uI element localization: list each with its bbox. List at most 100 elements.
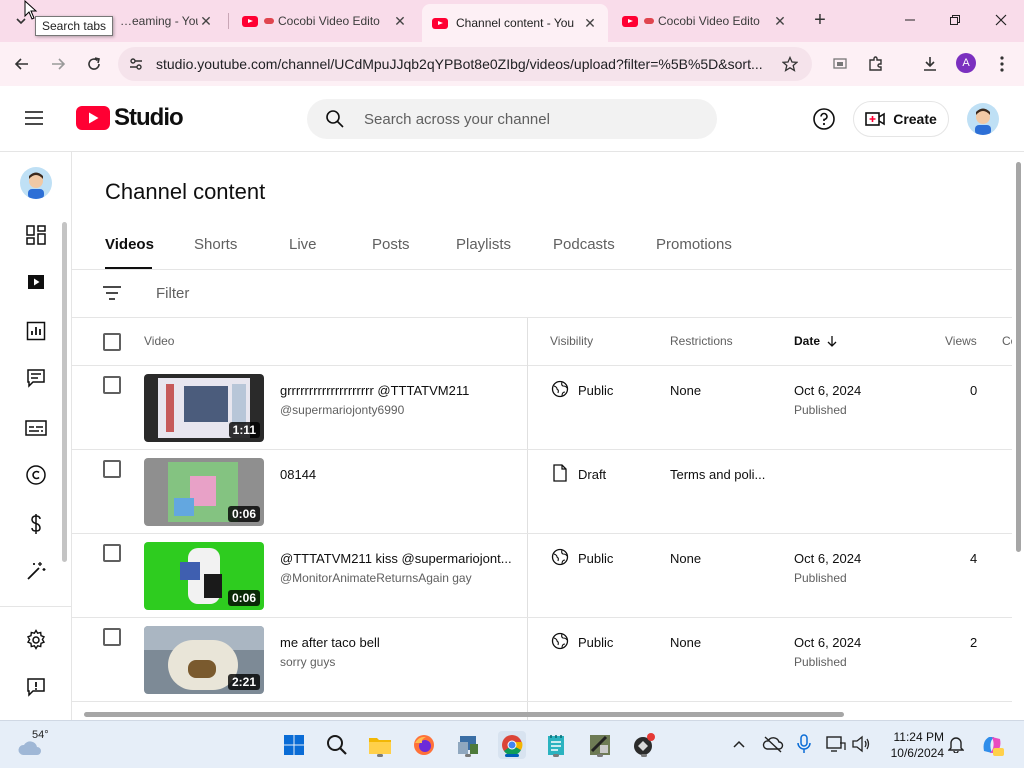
column-header-video[interactable]: Video (144, 334, 174, 348)
notifications-button[interactable] (947, 735, 965, 758)
filter-input[interactable]: Filter (156, 285, 189, 302)
show-hidden-icons-button[interactable] (732, 737, 746, 756)
sidebar-scrollbar[interactable] (62, 222, 67, 562)
sidebar-item-earn[interactable] (22, 510, 50, 538)
sidebar-item-dashboard[interactable] (22, 221, 50, 249)
app-window-icon (458, 736, 478, 754)
start-button[interactable] (280, 731, 308, 759)
minimize-button[interactable] (895, 6, 925, 34)
star-icon (782, 56, 798, 72)
column-header-date[interactable]: Date (794, 334, 838, 348)
forward-button[interactable] (44, 50, 72, 78)
tab-cocobi-2[interactable]: Cocobi Video Edito ✕ (612, 6, 798, 36)
tab-live[interactable]: Live (289, 236, 317, 253)
video-thumbnail[interactable]: 2:21 (144, 626, 264, 694)
close-window-button[interactable] (986, 6, 1016, 34)
recorder-app-button[interactable] (630, 731, 658, 759)
studio-logo[interactable]: Studio (76, 104, 184, 132)
account-avatar[interactable] (967, 103, 999, 135)
tab-promotions[interactable]: Promotions (656, 236, 732, 253)
tab-posts[interactable]: Posts (372, 236, 410, 253)
column-header-visibility[interactable]: Visibility (550, 334, 593, 348)
date-label: Oct 6, 2024 (794, 551, 862, 566)
column-header-comments[interactable]: Co (1002, 334, 1012, 348)
date-status: Published (794, 655, 847, 669)
sidebar-item-comments[interactable] (22, 364, 50, 392)
scrollbar-thumb[interactable] (84, 712, 844, 717)
sidebar-item-analytics[interactable] (22, 317, 50, 345)
video-thumbnail[interactable]: 0:06 (144, 542, 264, 610)
download-button[interactable] (916, 50, 944, 78)
close-icon[interactable]: ✕ (198, 13, 214, 30)
sidebar-item-customization[interactable] (22, 557, 50, 585)
table-row[interactable]: 0:06 @TTTATVM211 kiss @supermariojont...… (72, 534, 1012, 617)
video-title[interactable]: @TTTATVM211 kiss @supermariojont... (280, 551, 512, 566)
filter-icon[interactable] (102, 285, 122, 306)
create-button[interactable]: Create (853, 101, 949, 137)
tab-shorts[interactable]: Shorts (194, 236, 237, 253)
sidebar-item-content[interactable] (22, 268, 50, 296)
row-checkbox[interactable] (103, 376, 121, 394)
microphone-icon[interactable] (797, 734, 811, 759)
app-button[interactable] (454, 731, 482, 759)
search-input[interactable]: Search across your channel (307, 99, 717, 139)
row-checkbox[interactable] (103, 628, 121, 646)
scrollbar-thumb[interactable] (1016, 162, 1021, 552)
select-all-checkbox[interactable] (103, 333, 121, 351)
cast-button[interactable] (826, 50, 854, 78)
running-indicator (465, 754, 471, 757)
video-thumbnail[interactable]: 0:06 (144, 458, 264, 526)
sidebar-item-subtitles[interactable] (22, 414, 50, 442)
clock[interactable]: 11:24 PM 10/6/2024 (880, 729, 944, 761)
sidebar-item-feedback[interactable] (22, 673, 50, 701)
site-info-icon[interactable] (128, 56, 144, 75)
taskbar: 54° 11:24 PM 10/6/2024 (0, 720, 1024, 768)
channel-avatar[interactable] (20, 167, 52, 199)
bookmark-star-button[interactable] (776, 50, 804, 78)
file-explorer-button[interactable] (366, 731, 394, 759)
help-button[interactable] (812, 107, 836, 136)
game-app-button[interactable] (586, 731, 614, 759)
tab-videos[interactable]: Videos (105, 236, 154, 253)
video-title[interactable]: me after taco bell (280, 635, 380, 650)
close-icon[interactable]: ✕ (582, 15, 598, 32)
tab-playlists[interactable]: Playlists (456, 236, 511, 253)
sidebar-item-copyright[interactable] (22, 461, 50, 489)
column-header-restrictions[interactable]: Restrictions (670, 334, 733, 348)
table-row[interactable]: 1:11 grrrrrrrrrrrrrrrrrrrr @TTTATVM211 @… (72, 366, 1012, 449)
profile-avatar[interactable]: A (956, 53, 976, 73)
chrome-button[interactable] (498, 731, 526, 759)
hamburger-menu-button[interactable] (24, 106, 52, 130)
search-taskbar-button[interactable] (323, 731, 351, 759)
volume-icon[interactable] (851, 735, 871, 758)
onedrive-icon[interactable] (762, 735, 784, 758)
horizontal-scrollbar[interactable] (72, 708, 1012, 720)
row-checkbox[interactable] (103, 544, 121, 562)
new-tab-button[interactable]: + (808, 8, 832, 32)
video-title[interactable]: 08144 (280, 467, 316, 482)
close-icon[interactable]: ✕ (772, 13, 788, 30)
address-bar[interactable]: studio.youtube.com/channel/UCdMpuJJqb2qY… (118, 47, 812, 81)
row-checkbox[interactable] (103, 460, 121, 478)
copilot-button[interactable] (980, 733, 1004, 762)
firefox-button[interactable] (410, 731, 438, 759)
browser-menu-button[interactable] (988, 50, 1016, 78)
video-title[interactable]: grrrrrrrrrrrrrrrrrrrr @TTTATVM211 (280, 383, 469, 398)
extensions-button[interactable] (862, 50, 890, 78)
tab-channel-content[interactable]: Channel content - You ✕ (422, 4, 608, 42)
restore-button[interactable] (940, 6, 970, 34)
reload-button[interactable] (80, 50, 108, 78)
notepad-button[interactable] (542, 731, 570, 759)
weather-widget[interactable]: 54° (16, 729, 66, 761)
back-button[interactable] (8, 50, 36, 78)
close-icon[interactable]: ✕ (392, 13, 408, 30)
table-row[interactable]: 0:06 08144 Draft Terms and poli... (72, 450, 1012, 533)
network-icon[interactable] (826, 735, 846, 758)
tab-podcasts[interactable]: Podcasts (553, 236, 615, 253)
column-header-views[interactable]: Views (945, 334, 977, 348)
vertical-scrollbar[interactable] (1012, 152, 1024, 720)
video-thumbnail[interactable]: 1:11 (144, 374, 264, 442)
tab-cocobi-1[interactable]: Cocobi Video Edito ✕ (232, 6, 418, 36)
sidebar-item-settings[interactable] (22, 626, 50, 654)
table-row[interactable]: 2:21 me after taco bell sorry guys Publi… (72, 618, 1012, 701)
